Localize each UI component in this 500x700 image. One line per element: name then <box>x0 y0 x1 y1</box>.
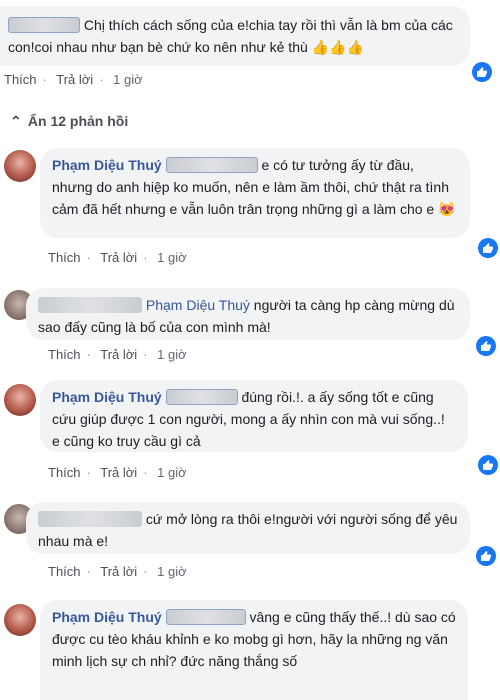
like-reaction-badge[interactable] <box>478 455 498 475</box>
redacted-name <box>38 297 142 313</box>
mention-link[interactable]: Phạm Diệu Thuý <box>146 297 250 313</box>
reply-bubble: Phạm Diệu Thuý đúng rồi.!. a ấy sống tốt… <box>40 380 468 452</box>
thumbs-up-emoji: 👍👍👍 <box>311 39 364 55</box>
author-name[interactable]: Phạm Diệu Thuý <box>52 389 162 405</box>
redacted-name <box>165 609 246 625</box>
comment-bubble-top: Chị thích cách sống của e!chia tay rồi t… <box>0 6 470 66</box>
reply-bubble: Phạm Diệu Thuý vâng e cũng thấy thế..! d… <box>40 600 468 700</box>
hide-replies-label: Ẩn 12 phản hồi <box>27 113 129 129</box>
reply-actions: Thích · Trả lời · 1 giờ <box>48 250 187 265</box>
reply-link[interactable]: Trả lời <box>100 465 137 480</box>
thumbs-up-icon <box>477 67 487 77</box>
comment-actions-top: Thích · Trả lời · 1 giờ <box>4 72 143 87</box>
reply-actions: Thích · Trả lời · 1 giờ <box>48 465 187 480</box>
reply-bubble: Phạm Diệu Thuý e có tư tưởng ấy từ đầu, … <box>40 148 470 238</box>
like-link[interactable]: Thích <box>48 564 81 579</box>
chevron-up-icon: ⌃ <box>10 113 22 129</box>
like-link[interactable]: Thích <box>48 250 81 265</box>
author-name[interactable]: Phạm Diệu Thuý <box>52 157 162 173</box>
redacted-name <box>165 389 238 405</box>
reply-link[interactable]: Trả lời <box>100 564 137 579</box>
timestamp: 1 giờ <box>157 465 187 480</box>
timestamp: 1 giờ <box>157 250 187 265</box>
timestamp: 1 giờ <box>157 347 187 362</box>
reply-actions: Thích · Trả lời · 1 giờ <box>48 564 187 579</box>
like-link[interactable]: Thích <box>48 465 81 480</box>
avatar[interactable] <box>4 604 36 636</box>
like-reaction-badge[interactable] <box>476 336 496 356</box>
reply-link[interactable]: Trả lời <box>56 72 93 87</box>
thumbs-up-icon <box>483 460 493 470</box>
thumbs-up-icon <box>483 243 493 253</box>
like-reaction-badge[interactable] <box>476 546 496 566</box>
heart-eyes-cat-emoji: 😻 <box>438 201 456 217</box>
timestamp: 1 giờ <box>113 72 143 87</box>
reply-bubble: Phạm Diệu Thuý người ta càng hp càng mừn… <box>26 288 470 340</box>
redacted-name <box>165 157 258 173</box>
reply-actions: Thích · Trả lời · 1 giờ <box>48 347 187 362</box>
like-reaction-badge[interactable] <box>478 238 498 258</box>
avatar[interactable] <box>4 384 36 416</box>
thumbs-up-icon <box>481 551 491 561</box>
like-link[interactable]: Thích <box>48 347 81 362</box>
hide-replies-toggle[interactable]: ⌃ Ẩn 12 phản hồi <box>10 113 128 130</box>
timestamp: 1 giờ <box>157 564 187 579</box>
like-link[interactable]: Thích <box>4 72 37 87</box>
avatar[interactable] <box>4 150 36 182</box>
reply-link[interactable]: Trả lời <box>100 347 137 362</box>
like-reaction-badge[interactable] <box>472 62 492 82</box>
redacted-name <box>38 511 142 527</box>
author-name[interactable]: Phạm Diệu Thuý <box>52 609 162 625</box>
reply-bubble: cứ mở lòng ra thôi e!người với người sốn… <box>26 502 470 554</box>
thumbs-up-icon <box>481 341 491 351</box>
redacted-name <box>8 17 80 33</box>
reply-link[interactable]: Trả lời <box>100 250 137 265</box>
